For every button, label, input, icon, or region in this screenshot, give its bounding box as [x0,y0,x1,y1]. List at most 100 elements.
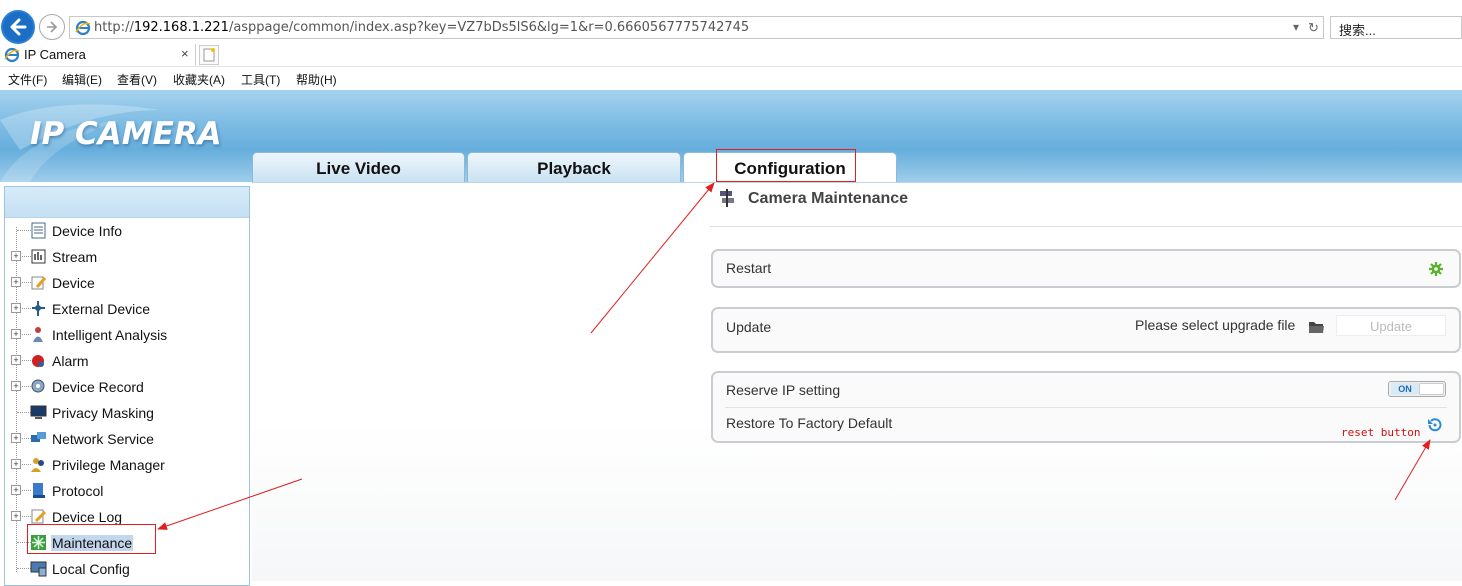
sidebar-item-label: Local Config [52,561,130,577]
expand-icon[interactable]: + [11,329,21,339]
browser-address-row: http://192.168.1.221/asppage/common/inde… [0,0,1462,44]
forward-arrow-icon [47,21,58,33]
sidebar-item-label: Device [52,275,95,291]
app-logo: IP CAMERA [30,116,222,152]
reserve-ip-toggle[interactable]: ON [1388,381,1446,397]
menu-help[interactable]: 帮助(H) [296,71,337,88]
sidebar-item-external-device[interactable]: + External Device [5,298,245,320]
update-label: Update [726,319,772,335]
reset-button-annotation: reset button [1341,426,1421,439]
sidebar-item-privilege-manager[interactable]: + Privilege Manager [5,454,245,476]
sidebar-item-alarm[interactable]: + Alarm [5,350,245,372]
new-tab-icon [203,48,215,62]
sidebar-item-stream[interactable]: + Stream [5,246,245,268]
intelligent-analysis-icon [33,327,43,342]
reserve-ip-label: Reserve IP setting [726,382,841,398]
users-icon [31,458,44,472]
tab-close-icon[interactable]: × [181,46,189,61]
log-icon [31,509,47,524]
expand-icon[interactable]: + [11,511,21,521]
sidebar-item-label: Device Log [52,509,123,525]
sidebar-item-device-record[interactable]: + Device Record [5,376,245,398]
sidebar-item-label: Protocol [52,483,104,499]
expand-icon[interactable]: + [11,277,21,287]
expand-icon[interactable]: + [11,485,21,495]
info-list-icon [31,222,46,239]
restart-panel: Restart [711,249,1461,288]
update-panel: Update Please select upgrade file Update [711,307,1461,353]
sidebar-item-label: Stream [52,249,98,265]
expand-icon[interactable]: + [11,459,21,469]
expand-icon[interactable]: + [11,303,21,313]
monitor-icon [30,405,47,419]
expand-icon[interactable]: + [11,381,21,391]
menu-favorites[interactable]: 收藏夹(A) [173,71,225,88]
new-tab-button[interactable] [199,45,219,65]
annotation-box-configuration [716,149,856,182]
menu-view[interactable]: 查看(V) [117,71,157,88]
tab-playback[interactable]: Playback [467,152,681,182]
search-placeholder: 搜索... [1339,23,1376,38]
browser-tab-row: IP Camera × [0,44,1462,66]
menu-tools[interactable]: 工具(T) [241,71,280,88]
sidebar-item-label: Privilege Manager [52,457,165,473]
page-title: Camera Maintenance [748,190,909,207]
tab-title: IP Camera [24,47,86,62]
content-top-border [252,182,1462,183]
restore-factory-label: Restore To Factory Default [726,415,893,431]
update-button[interactable]: Update [1336,315,1446,336]
tab-live-video[interactable]: Live Video [252,152,465,182]
back-arrow-icon [10,18,27,36]
toggle-state: ON [1391,383,1419,395]
folder-icon[interactable] [1308,320,1325,334]
network-icon [31,432,46,442]
forward-button[interactable] [39,14,65,40]
dropdown-arrow-icon[interactable]: ▾ [1293,20,1299,34]
sidebar-header [5,187,249,218]
sidebar-item-label: Device Info [52,223,123,239]
sidebar-item-network-service[interactable]: + Network Service [5,428,245,450]
sidebar-item-device[interactable]: + Device [5,272,245,294]
address-bar[interactable]: http://192.168.1.221/asppage/common/inde… [69,16,1324,39]
expand-icon[interactable]: + [11,251,21,261]
sidebar-item-label: Alarm [52,353,89,369]
alarm-icon [32,355,44,367]
sidebar-item-label: Privacy Masking [52,405,154,421]
url-text: http://192.168.1.221/asppage/common/inde… [94,20,750,35]
sidebar-item-device-info[interactable]: Device Info [5,220,245,242]
sidebar-item-privacy-masking[interactable]: Privacy Masking [5,402,245,424]
external-device-icon [32,301,45,316]
sidebar-item-protocol[interactable]: + Protocol [5,480,245,502]
menu-file[interactable]: 文件(F) [8,71,47,88]
expand-icon[interactable]: + [11,355,21,365]
local-config-icon [30,561,47,577]
sidebar-item-label: Network Service [52,431,154,447]
sidebar-item-local-config[interactable]: Local Config [5,558,245,580]
restart-label: Restart [726,260,772,276]
search-input[interactable]: 搜索... [1330,16,1462,39]
refresh-icon[interactable]: ↻ [1308,20,1319,36]
device-pencil-icon [31,276,47,290]
content-area: Camera Maintenance Restart Update Please… [252,182,1462,581]
record-icon [31,379,45,393]
ie-icon [75,20,91,36]
menu-edit[interactable]: 编辑(E) [62,71,102,88]
upgrade-file-prompt: Please select upgrade file [1135,317,1296,333]
sidebar-item-label: Intelligent Analysis [52,327,168,343]
title-divider [710,226,1462,227]
toggle-knob [1419,383,1444,395]
protocol-icon [33,483,45,498]
reset-icon[interactable] [1427,417,1443,433]
sidebar-item-intelligent-analysis[interactable]: + Intelligent Analysis [5,324,245,346]
sidebar-item-label: External Device [52,301,151,317]
stream-icon [31,249,46,264]
expand-icon[interactable]: + [11,433,21,443]
ie-tab-icon [4,47,20,63]
maintenance-signpost-icon [720,189,734,207]
restart-gear-icon[interactable] [1428,261,1444,277]
back-button[interactable] [1,10,35,44]
sidebar-item-label: Device Record [52,379,144,395]
browser-tab[interactable]: IP Camera × [0,44,196,66]
reset-panel-divider [725,407,1447,408]
browser-menu-bar: 文件(F) 编辑(E) 查看(V) 收藏夹(A) 工具(T) 帮助(H) [0,66,1462,90]
